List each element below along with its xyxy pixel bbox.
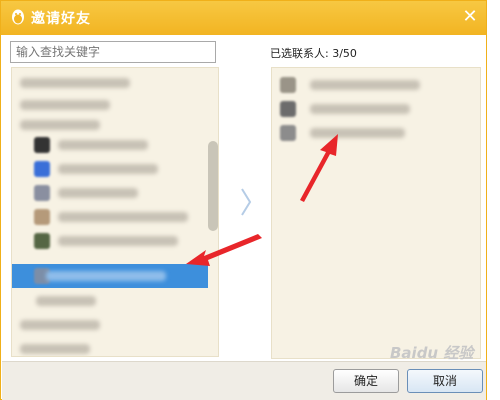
selected-count-label: 已选联系人: 3/50 (270, 47, 357, 60)
close-button[interactable]: ✕ (460, 7, 480, 27)
selected-contact-row[interactable] (12, 264, 208, 288)
list-item[interactable] (12, 290, 212, 312)
qq-penguin-icon (12, 9, 24, 25)
selected-list-item[interactable] (272, 74, 472, 96)
list-item[interactable] (12, 94, 212, 116)
annotation-arrow-right (300, 134, 338, 202)
watermark: Baidu 经验 (390, 344, 474, 362)
list-item[interactable] (12, 114, 212, 136)
ok-button[interactable]: 确定 (333, 369, 399, 393)
list-item[interactable] (12, 134, 212, 156)
list-item[interactable] (12, 72, 212, 94)
list-item[interactable] (12, 314, 212, 336)
list-item[interactable] (12, 338, 212, 356)
search-input[interactable] (10, 41, 216, 63)
chevron-right-icon[interactable] (239, 187, 253, 217)
list-item[interactable] (12, 182, 212, 204)
selected-list-item[interactable] (272, 98, 472, 120)
title-bar[interactable]: 邀请好友 ✕ (1, 1, 486, 35)
list-item[interactable] (12, 206, 212, 228)
scrollbar-thumb[interactable] (208, 141, 218, 231)
list-item[interactable] (12, 158, 212, 180)
contact-tree-panel[interactable] (11, 67, 219, 357)
dialog-title: 邀请好友 (31, 11, 91, 27)
selected-contacts-panel[interactable] (271, 67, 481, 359)
background-strip (487, 60, 500, 400)
annotation-arrow-left (186, 234, 262, 266)
invite-friends-dialog: 邀请好友 ✕ 输入查找关键字 已选联系人: 3/50 确定 取消 (0, 0, 487, 400)
cancel-button[interactable]: 取消 (407, 369, 483, 393)
